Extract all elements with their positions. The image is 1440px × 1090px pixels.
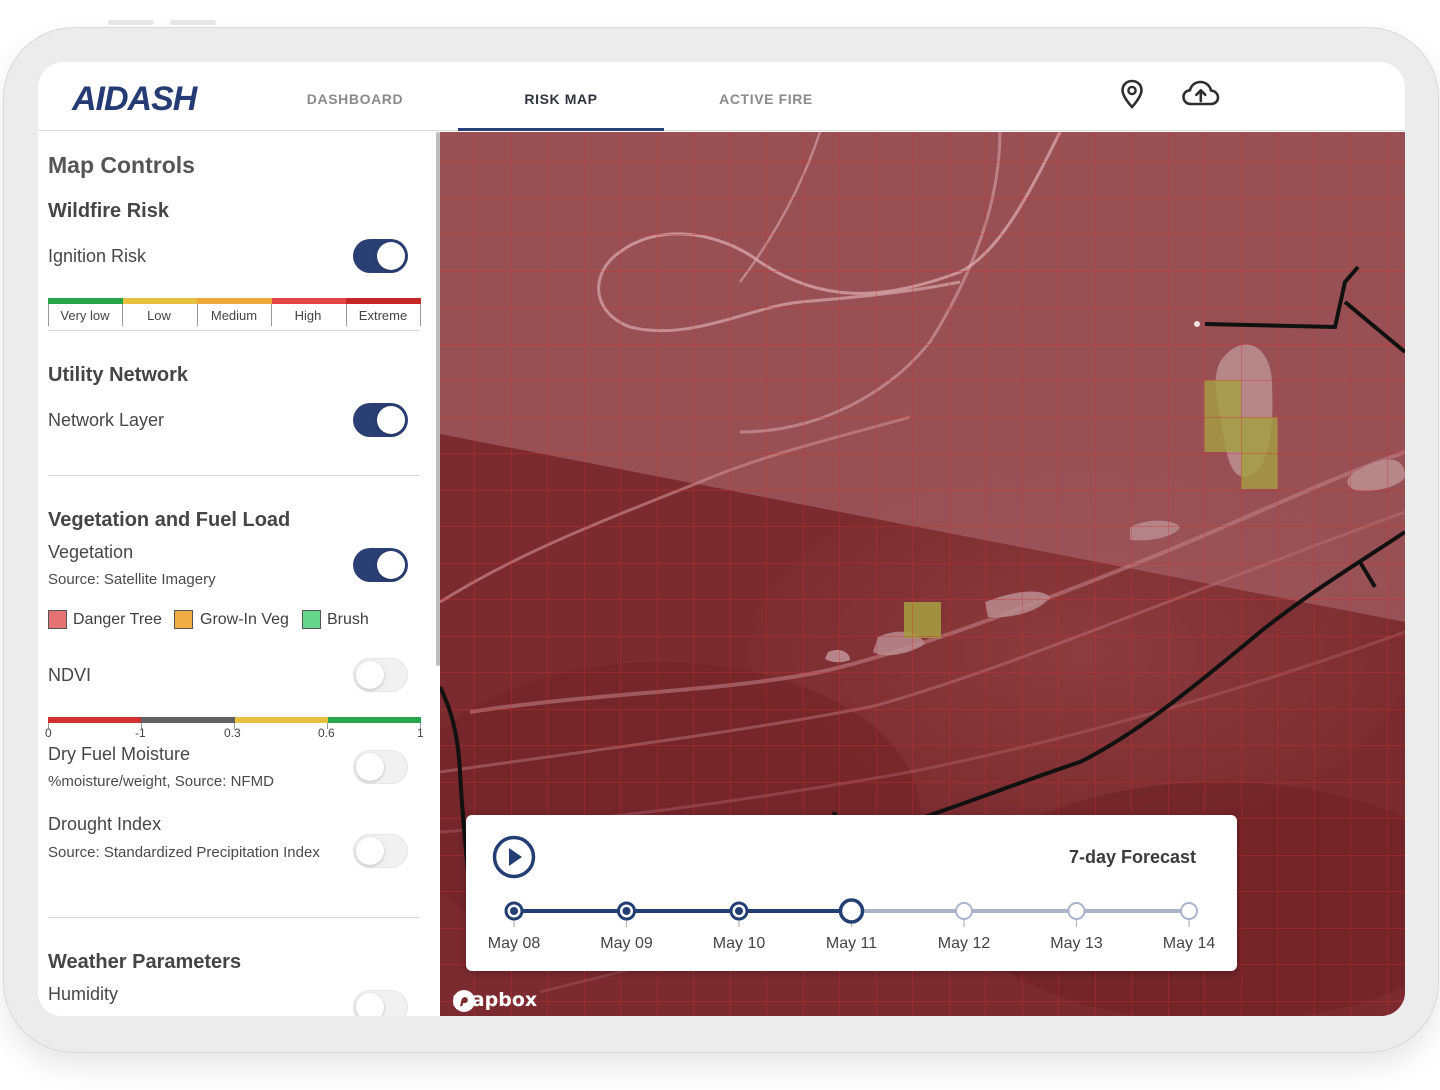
toggle-knob	[356, 837, 384, 865]
toggle-knob	[356, 661, 384, 689]
toggle-knob	[377, 406, 405, 434]
dry-fuel-moisture-source: %moisture/weight, Source: NFMD	[48, 773, 274, 790]
drought-index-toggle[interactable]	[353, 834, 408, 868]
section-divider	[48, 475, 420, 476]
mapbox-attribution[interactable]: mapbox	[452, 989, 537, 1012]
drought-index-label: Drought Index	[48, 814, 162, 834]
vegetation-source: Source: Satellite Imagery	[48, 571, 216, 588]
forecast-day-label[interactable]: May 08	[474, 935, 554, 953]
ndvi-tick-label: -1	[135, 726, 146, 740]
forecast-day-label[interactable]: May 09	[587, 935, 667, 953]
toggle-knob	[356, 993, 384, 1016]
frame-notch	[108, 20, 154, 25]
ndvi-tick-label: 1	[417, 726, 424, 740]
section-divider	[48, 330, 420, 331]
panel-title: Map Controls	[48, 152, 195, 178]
brush-swatch	[302, 610, 321, 629]
network-layer-toggle[interactable]	[353, 403, 408, 437]
app-screen: AIDASH DASHBOARD RISK MAP ACTIVE FIRE Ma…	[38, 62, 1405, 1016]
wildfire-risk-title: Wildfire Risk	[48, 200, 169, 222]
grow-in-veg-label: Grow-In Veg	[200, 611, 289, 628]
dry-fuel-moisture-label: Dry Fuel Moisture	[48, 744, 191, 764]
timeline-day-marker-dot	[622, 907, 631, 915]
grow-in-veg-swatch	[174, 610, 193, 629]
timeline-day-marker-dot	[735, 907, 743, 915]
ignition-risk-scale-labels: Very low Low Medium High Extreme	[48, 304, 421, 328]
brush-label: Brush	[327, 611, 369, 628]
forecast-day-label[interactable]: May 10	[699, 935, 779, 953]
dry-fuel-moisture-toggle[interactable]	[353, 750, 408, 784]
scale-label-very-low: Very low	[60, 308, 110, 323]
scale-label-extreme: Extreme	[358, 308, 408, 323]
ndvi-tick-label: 0.3	[224, 726, 241, 740]
network-layer-label: Network Layer	[48, 410, 165, 430]
tab-active-fire[interactable]: ACTIVE FIRE	[692, 62, 840, 131]
vegetation-toggle[interactable]	[353, 548, 408, 582]
section-divider	[48, 917, 420, 918]
timeline-day-marker[interactable]	[1067, 902, 1086, 920]
location-pin-icon[interactable]	[1114, 76, 1150, 112]
ndvi-label: NDVI	[48, 665, 92, 685]
toggle-knob	[377, 551, 405, 579]
forecast-day-label[interactable]: May 14	[1149, 935, 1229, 953]
top-navigation: AIDASH DASHBOARD RISK MAP ACTIVE FIRE	[38, 62, 1405, 131]
tab-dashboard[interactable]: DASHBOARD	[282, 62, 428, 131]
ndvi-toggle[interactable]	[353, 658, 408, 692]
scale-label-high: High	[294, 308, 322, 323]
ignition-risk-label: Ignition Risk	[48, 246, 147, 266]
ndvi-tick-label: 0	[45, 726, 52, 740]
humidity-label: Humidity	[48, 984, 119, 1004]
ndvi-tick-label: 0.6	[318, 726, 335, 740]
toggle-knob	[377, 242, 405, 270]
utility-pole-marker[interactable]	[1194, 321, 1200, 327]
forecast-day-label[interactable]: May 12	[924, 935, 1004, 953]
timeline-day-marker-dot	[510, 907, 518, 915]
timeline-day-marker[interactable]	[955, 902, 973, 920]
forecast-panel: 7-day Forecast May 08 May 09 May 10 May 11 M…	[466, 815, 1237, 971]
danger-tree-swatch	[48, 610, 67, 629]
humidity-toggle[interactable]	[353, 990, 408, 1016]
scale-label-low: Low	[147, 308, 171, 323]
vegetation-label: Vegetation	[48, 542, 134, 562]
cloud-upload-icon[interactable]	[1180, 76, 1222, 112]
ignition-risk-toggle[interactable]	[353, 239, 408, 273]
map-controls-sidebar: Map Controls Wildfire Risk Ignition Risk…	[38, 132, 436, 1016]
forecast-day-label[interactable]: May 11	[812, 935, 892, 953]
mapbox-logo-icon	[453, 990, 475, 1012]
vegetation-fuel-title: Vegetation and Fuel Load	[48, 509, 291, 531]
toggle-knob	[356, 753, 384, 781]
tab-risk-map[interactable]: RISK MAP	[478, 62, 644, 131]
weather-parameters-title: Weather Parameters	[48, 951, 242, 973]
timeline-selected-day-marker[interactable]	[838, 898, 865, 924]
logo-text: AIDASH	[71, 82, 199, 114]
frame-notch	[170, 20, 216, 25]
scale-tick	[420, 304, 421, 326]
danger-tree-label: Danger Tree	[73, 611, 162, 628]
aidash-logo[interactable]: AIDASH	[70, 80, 240, 119]
utility-network-title: Utility Network	[48, 364, 189, 386]
active-tab-indicator	[458, 128, 664, 131]
timeline-day-marker[interactable]	[1180, 902, 1198, 920]
forecast-day-label[interactable]: May 13	[1037, 935, 1117, 953]
scale-label-medium: Medium	[210, 308, 258, 323]
drought-index-source: Source: Standardized Precipitation Index	[48, 844, 320, 861]
